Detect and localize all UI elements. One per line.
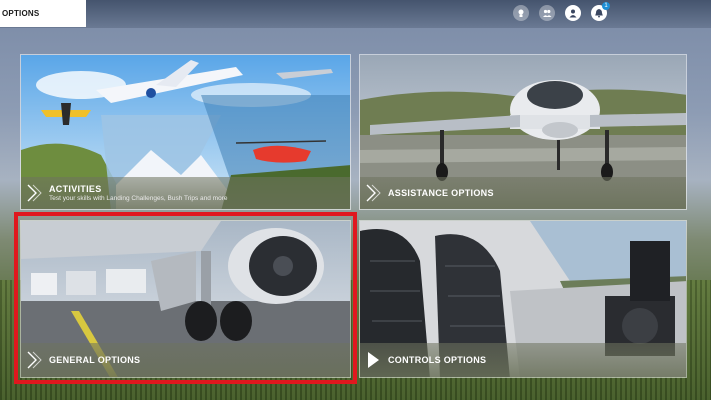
- chevron-right-icon: [366, 184, 381, 202]
- tile-title: ACTIVITIES: [49, 184, 102, 194]
- assistance-label-bar: ASSISTANCE OPTIONS: [360, 177, 686, 209]
- tile-title: CONTROLS OPTIONS: [388, 355, 487, 365]
- tile-general-options[interactable]: GENERAL OPTIONS: [20, 220, 351, 378]
- chevron-right-icon: [27, 351, 42, 369]
- top-icon-group: 1: [513, 2, 610, 21]
- tile-title: GENERAL OPTIONS: [49, 355, 141, 365]
- chevron-right-icon: [27, 184, 42, 202]
- tile-controls-options[interactable]: CONTROLS OPTIONS: [359, 220, 687, 378]
- achievements-icon[interactable]: [513, 5, 529, 21]
- play-arrow-icon: [368, 352, 379, 368]
- notifications-icon[interactable]: 1: [591, 2, 610, 21]
- controls-label-bar: CONTROLS OPTIONS: [360, 343, 686, 377]
- tile-title: ASSISTANCE OPTIONS: [388, 188, 494, 198]
- general-label-bar: GENERAL OPTIONS: [21, 343, 350, 377]
- tile-activities[interactable]: ACTIVITIES Test your skills with Landing…: [20, 54, 351, 210]
- tile-subtitle: Test your skills with Landing Challenges…: [49, 195, 228, 202]
- top-bar: OPTIONS 1: [0, 0, 711, 28]
- friends-icon[interactable]: [539, 5, 555, 21]
- activities-label-bar: ACTIVITIES Test your skills with Landing…: [21, 177, 350, 209]
- breadcrumb: OPTIONS: [0, 0, 86, 27]
- tile-assistance-options[interactable]: ASSISTANCE OPTIONS: [359, 54, 687, 210]
- notification-badge: 1: [602, 2, 610, 10]
- profile-icon[interactable]: [565, 5, 581, 21]
